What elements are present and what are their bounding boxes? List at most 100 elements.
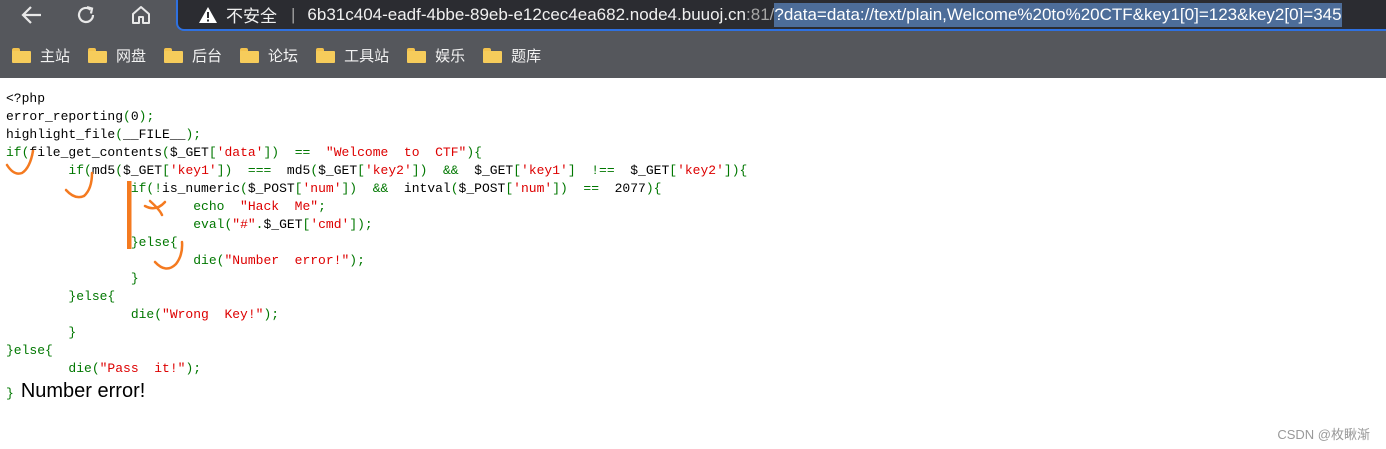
php-source-code: <?php error_reporting (0); highlight_file(_… <box>6 90 747 378</box>
code-line: if(md5($_GET['key1']) === md5($_GET['key… <box>6 162 747 180</box>
code-token: [ <box>513 163 522 178</box>
code-token: ]) && <box>411 163 475 178</box>
code-token: md5 <box>91 163 116 178</box>
code-token: 'cmd' <box>310 217 350 232</box>
bookmark-forum[interactable]: 论坛 <box>240 45 298 66</box>
code-token: [ <box>357 163 365 178</box>
url-host[interactable]: 6b31c404-eadf-4bbe-89eb-e12cec4ea682.nod… <box>307 5 746 25</box>
code-line: } <box>6 324 747 342</box>
code-token: 'key2' <box>364 163 412 178</box>
bookmark-entertainment[interactable]: 娱乐 <box>407 45 465 66</box>
url-divider: | <box>291 4 296 24</box>
bookmark-problems[interactable]: 题库 <box>483 45 541 66</box>
code-token: ( <box>450 181 459 196</box>
code-token: ); <box>185 361 202 376</box>
code-token: 'num' <box>302 181 342 196</box>
code-token: ( <box>115 127 124 142</box>
code-token: ( <box>162 145 170 160</box>
csdn-watermark: CSDN @枚瞅渐 <box>1277 427 1370 442</box>
code-token: $_GET <box>123 163 163 178</box>
bookmark-label: 工具站 <box>344 48 390 65</box>
code-token: [ <box>505 181 514 196</box>
code-token: [ <box>162 163 170 178</box>
code-token: die( <box>6 307 163 322</box>
code-line: die("Number error!"); <box>6 252 747 270</box>
bookmark-netdisk[interactable]: 网盘 <box>88 45 146 66</box>
home-icon <box>132 6 150 24</box>
bookmark-label: 后台 <box>192 48 223 65</box>
code-token: $_GET <box>318 163 358 178</box>
code-token: is_numeric <box>162 181 241 196</box>
code-token: die( <box>6 361 100 376</box>
home-button[interactable] <box>121 0 161 30</box>
folder-icon <box>164 48 184 63</box>
code-token: error_reporting <box>6 109 124 124</box>
code-token: ]) && <box>341 181 404 196</box>
code-token: "Hack Me" <box>240 199 319 214</box>
code-token: ( <box>240 181 248 196</box>
back-arrow-icon <box>21 6 41 24</box>
code-line: die("Wrong Key!"); <box>6 306 747 324</box>
code-token: "#" <box>232 217 256 232</box>
code-line: echo "Hack Me"; <box>6 198 747 216</box>
code-token: intval <box>403 181 451 196</box>
code-token: md5 <box>286 163 311 178</box>
bookmark-admin[interactable]: 后台 <box>164 45 222 66</box>
code-line: }else{ <box>6 342 747 360</box>
folder-icon <box>316 48 336 63</box>
code-line: }else{ <box>6 234 747 252</box>
folder-icon <box>483 48 503 63</box>
code-token: <?php <box>6 91 46 106</box>
bookmark-label: 网盘 <box>116 48 147 65</box>
folder-icon <box>88 48 108 63</box>
url-port[interactable]: :81/ <box>746 5 774 25</box>
bookmark-label: 主站 <box>40 48 71 65</box>
code-token: file_get_contents <box>29 145 163 160</box>
bookmark-tools[interactable]: 工具站 <box>316 45 389 66</box>
code-token: if(! <box>6 181 163 196</box>
code-token: [ <box>669 163 678 178</box>
bookmark-main[interactable]: 主站 <box>12 45 70 66</box>
code-token: }else{ <box>6 235 178 250</box>
code-token: ( <box>115 163 124 178</box>
code-token: 'key2' <box>677 163 724 178</box>
back-button[interactable] <box>12 0 52 30</box>
code-token: 'data' <box>216 145 264 160</box>
code-token: $_POST <box>247 181 295 196</box>
reload-button[interactable] <box>66 0 106 30</box>
code-token: ]) == <box>263 145 326 160</box>
security-label[interactable]: 不安全 <box>226 2 277 27</box>
code-token: "Wrong Key!" <box>162 307 264 322</box>
code-token: }else{ <box>6 289 116 304</box>
bookmark-label: 论坛 <box>268 48 299 65</box>
code-token: $_GET <box>474 163 514 178</box>
code-token: 0 <box>130 109 139 124</box>
closing-brace: } <box>6 386 14 401</box>
code-token: $_POST <box>458 181 506 196</box>
code-token: if( <box>6 145 30 160</box>
code-token: "Number error!" <box>224 253 350 268</box>
code-token: ]) === <box>216 163 287 178</box>
code-token: die( <box>6 253 225 268</box>
code-token: highlight_file <box>6 127 116 142</box>
folder-icon <box>240 48 260 63</box>
code-token: 'num' <box>513 181 553 196</box>
warning-icon[interactable] <box>198 6 218 24</box>
url-query-selected[interactable]: ?data=data://text/plain,Welcome%20to%20C… <box>774 2 1342 27</box>
code-token: ]); <box>349 217 373 232</box>
code-token: $_GET <box>263 217 303 232</box>
address-bar[interactable]: 不安全 | 6b31c404-eadf-4bbe-89eb-e12cec4ea6… <box>176 0 1386 31</box>
code-token: eval <box>193 217 225 232</box>
folder-icon <box>12 48 31 63</box>
code-token: ]) == <box>552 181 615 196</box>
code-line: highlight_file(__FILE__); <box>6 126 747 144</box>
code-token: if( <box>6 163 92 178</box>
code-token: ){ <box>466 145 482 160</box>
code-line: if(!is_numeric($_POST['num']) && intval(… <box>6 180 747 198</box>
code-line: <?php <box>6 90 747 108</box>
code-token: ){ <box>645 181 662 196</box>
code-token: ); <box>263 307 280 322</box>
code-token: "Pass it!" <box>99 361 186 376</box>
code-token: echo <box>6 199 241 214</box>
code-token: 'key1' <box>169 163 217 178</box>
